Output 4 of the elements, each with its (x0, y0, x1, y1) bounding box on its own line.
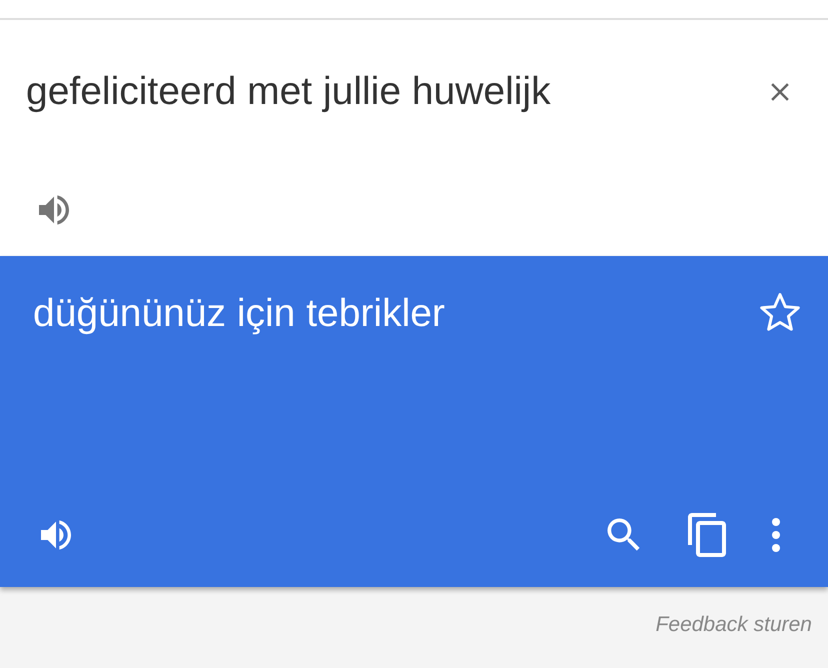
source-text: gefeliciteerd met jullie huwelijk (26, 70, 551, 114)
menu-icon (770, 517, 782, 553)
feedback-link[interactable]: Feedback sturen (656, 613, 812, 637)
translation-text: düğününüz için tebrikler (33, 292, 445, 336)
